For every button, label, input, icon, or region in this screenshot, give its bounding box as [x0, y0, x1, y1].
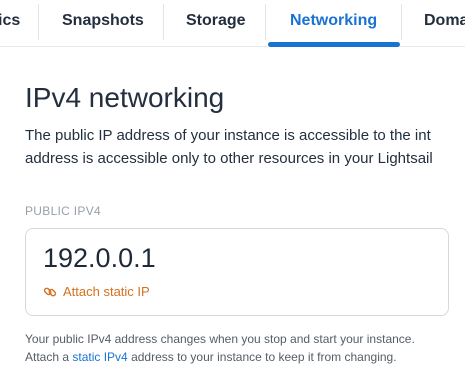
- description-line: address is accessible only to other reso…: [25, 150, 433, 167]
- tab-divider: [163, 4, 164, 40]
- tab-metrics[interactable]: ics: [0, 0, 20, 44]
- help-line: Your public IPv4 address changes when yo…: [25, 332, 415, 346]
- tab-divider: [265, 4, 266, 40]
- help-line: Attach a static IPv4 address to your ins…: [25, 348, 465, 366]
- tab-networking[interactable]: Networking: [290, 0, 377, 44]
- active-tab-indicator: [268, 42, 400, 47]
- tab-divider: [401, 4, 402, 40]
- tab-divider: [38, 4, 39, 40]
- tab-storage[interactable]: Storage: [186, 0, 246, 44]
- attach-static-ip-label: Attach static IP: [63, 284, 150, 299]
- help-text: Your public IPv4 address changes when yo…: [25, 330, 465, 366]
- static-ipv4-link[interactable]: static IPv4: [72, 350, 127, 364]
- tab-bar: ics Snapshots Storage Networking Doma: [0, 0, 465, 47]
- tab-snapshots[interactable]: Snapshots: [62, 0, 144, 44]
- help-suffix: address to your instance to keep it from…: [127, 350, 397, 364]
- description-line: The public IP address of your instance i…: [25, 127, 431, 144]
- section-title: IPv4 networking: [25, 82, 225, 113]
- attach-static-ip-link[interactable]: Attach static IP: [43, 284, 150, 299]
- help-prefix: Attach a: [25, 350, 73, 364]
- public-ip-value: 192.0.0.1: [43, 243, 156, 273]
- link-icon: [43, 287, 57, 297]
- tab-domains[interactable]: Doma: [424, 0, 465, 44]
- public-ip-card: 192.0.0.1 Attach static IP: [25, 228, 449, 316]
- public-ipv4-label: PUBLIC IPV4: [25, 204, 101, 218]
- section-description: The public IP address of your instance i…: [25, 124, 465, 170]
